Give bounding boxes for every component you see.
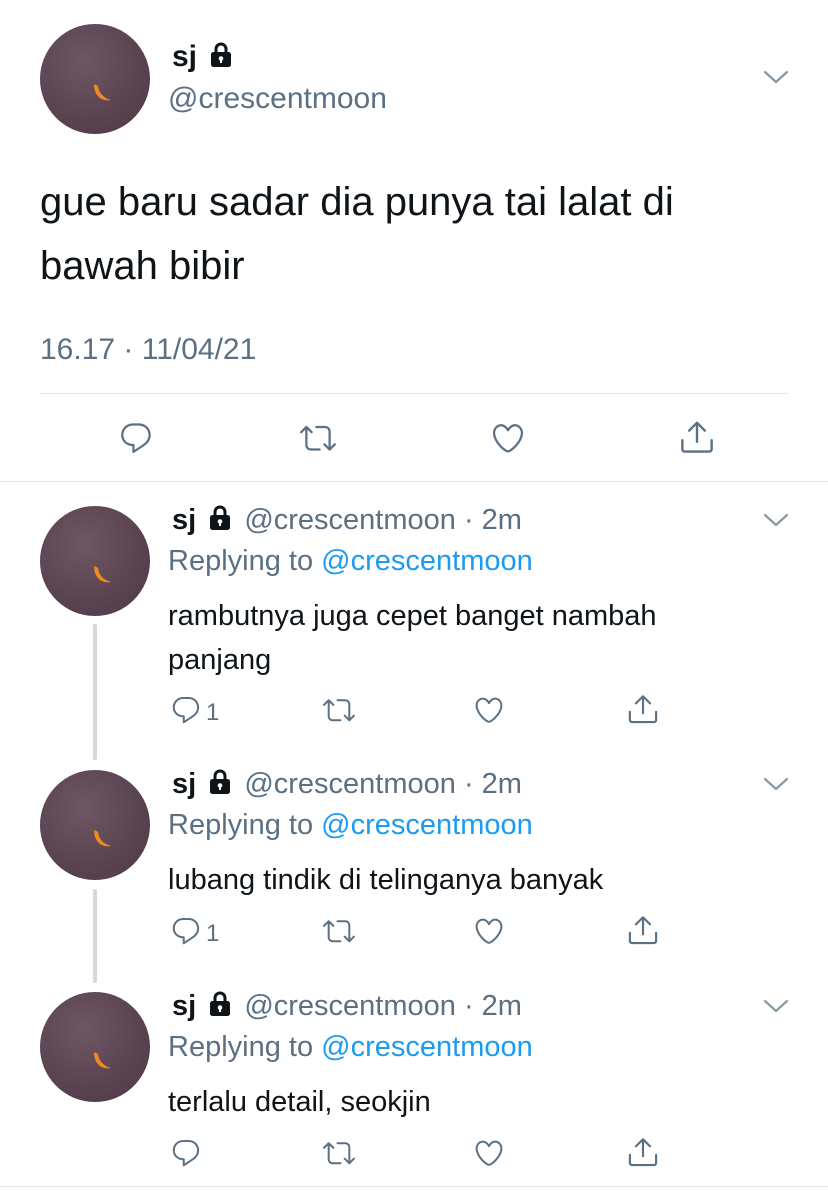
display-name[interactable]: sj bbox=[172, 40, 233, 74]
divider bbox=[40, 393, 788, 394]
share-icon[interactable] bbox=[626, 692, 660, 726]
display-name[interactable]: sj bbox=[172, 504, 196, 536]
replying-to: Replying to @crescentmoon bbox=[168, 1031, 533, 1063]
replying-to-link[interactable]: @crescentmoon bbox=[321, 809, 533, 841]
retweet-icon[interactable] bbox=[323, 915, 355, 947]
reply-icon[interactable] bbox=[118, 420, 154, 456]
display-name[interactable]: sj bbox=[172, 990, 196, 1022]
lock-icon bbox=[209, 42, 233, 68]
avatar[interactable] bbox=[40, 506, 150, 616]
reply-header: sj @crescentmoon · 2m bbox=[172, 768, 522, 801]
reply-text: terlalu detail, seokjin bbox=[168, 1086, 431, 1118]
reply-icon[interactable] bbox=[170, 694, 202, 726]
chevron-down-icon[interactable] bbox=[762, 67, 790, 87]
chevron-down-icon[interactable] bbox=[762, 996, 790, 1016]
lock-icon bbox=[208, 769, 232, 795]
like-icon[interactable] bbox=[473, 694, 505, 726]
reply-header: sj @crescentmoon · 2m bbox=[172, 504, 522, 537]
lock-icon bbox=[208, 991, 232, 1017]
like-icon[interactable] bbox=[490, 420, 526, 456]
lock-icon bbox=[208, 505, 232, 531]
replying-to-link[interactable]: @crescentmoon bbox=[321, 1031, 533, 1063]
replying-to: Replying to @crescentmoon bbox=[168, 809, 533, 841]
retweet-icon[interactable] bbox=[323, 1137, 355, 1169]
share-icon[interactable] bbox=[626, 913, 660, 947]
reply-time[interactable]: · 2m bbox=[464, 990, 522, 1022]
user-handle[interactable]: @crescentmoon bbox=[168, 82, 387, 116]
avatar[interactable] bbox=[40, 992, 150, 1102]
share-icon[interactable] bbox=[626, 1135, 660, 1169]
chevron-down-icon[interactable] bbox=[762, 774, 790, 794]
user-handle[interactable]: @crescentmoon bbox=[244, 768, 456, 800]
replying-to-link[interactable]: @crescentmoon bbox=[321, 545, 533, 577]
user-handle[interactable]: @crescentmoon bbox=[244, 504, 456, 536]
chevron-down-icon[interactable] bbox=[762, 510, 790, 530]
like-icon[interactable] bbox=[473, 1137, 505, 1169]
display-name[interactable]: sj bbox=[172, 768, 196, 800]
share-icon[interactable] bbox=[678, 418, 716, 456]
reply-count: 1 bbox=[206, 920, 220, 947]
reply-icon[interactable] bbox=[170, 915, 202, 947]
like-icon[interactable] bbox=[473, 915, 505, 947]
reply-icon[interactable] bbox=[170, 1137, 202, 1169]
avatar[interactable] bbox=[40, 770, 150, 880]
reply-text: lubang tindik di telinganya banyak bbox=[168, 864, 604, 896]
thread-line bbox=[93, 624, 97, 760]
avatar[interactable] bbox=[40, 24, 150, 134]
user-handle[interactable]: @crescentmoon bbox=[244, 990, 456, 1022]
divider bbox=[0, 481, 828, 482]
crescent-moon-avatar bbox=[40, 770, 150, 880]
thread-line bbox=[93, 889, 97, 983]
tweet-timestamp[interactable]: 16.17 · 11/04/21 bbox=[40, 333, 256, 367]
reply-time[interactable]: · 2m bbox=[464, 504, 522, 536]
crescent-moon-avatar bbox=[40, 506, 150, 616]
reply-count: 1 bbox=[206, 699, 220, 726]
reply-text: rambutnya juga cepet banget nambah panja… bbox=[168, 600, 657, 676]
retweet-icon[interactable] bbox=[323, 694, 355, 726]
reply-time[interactable]: · 2m bbox=[464, 768, 522, 800]
crescent-moon-avatar bbox=[40, 992, 150, 1102]
crescent-moon-avatar bbox=[40, 24, 150, 134]
divider bbox=[0, 1186, 828, 1187]
tweet-text: gue baru sadar dia punya tai lalat di ba… bbox=[40, 180, 674, 288]
retweet-icon[interactable] bbox=[300, 420, 336, 456]
reply-header: sj @crescentmoon · 2m bbox=[172, 990, 522, 1023]
replying-to: Replying to @crescentmoon bbox=[168, 545, 533, 577]
